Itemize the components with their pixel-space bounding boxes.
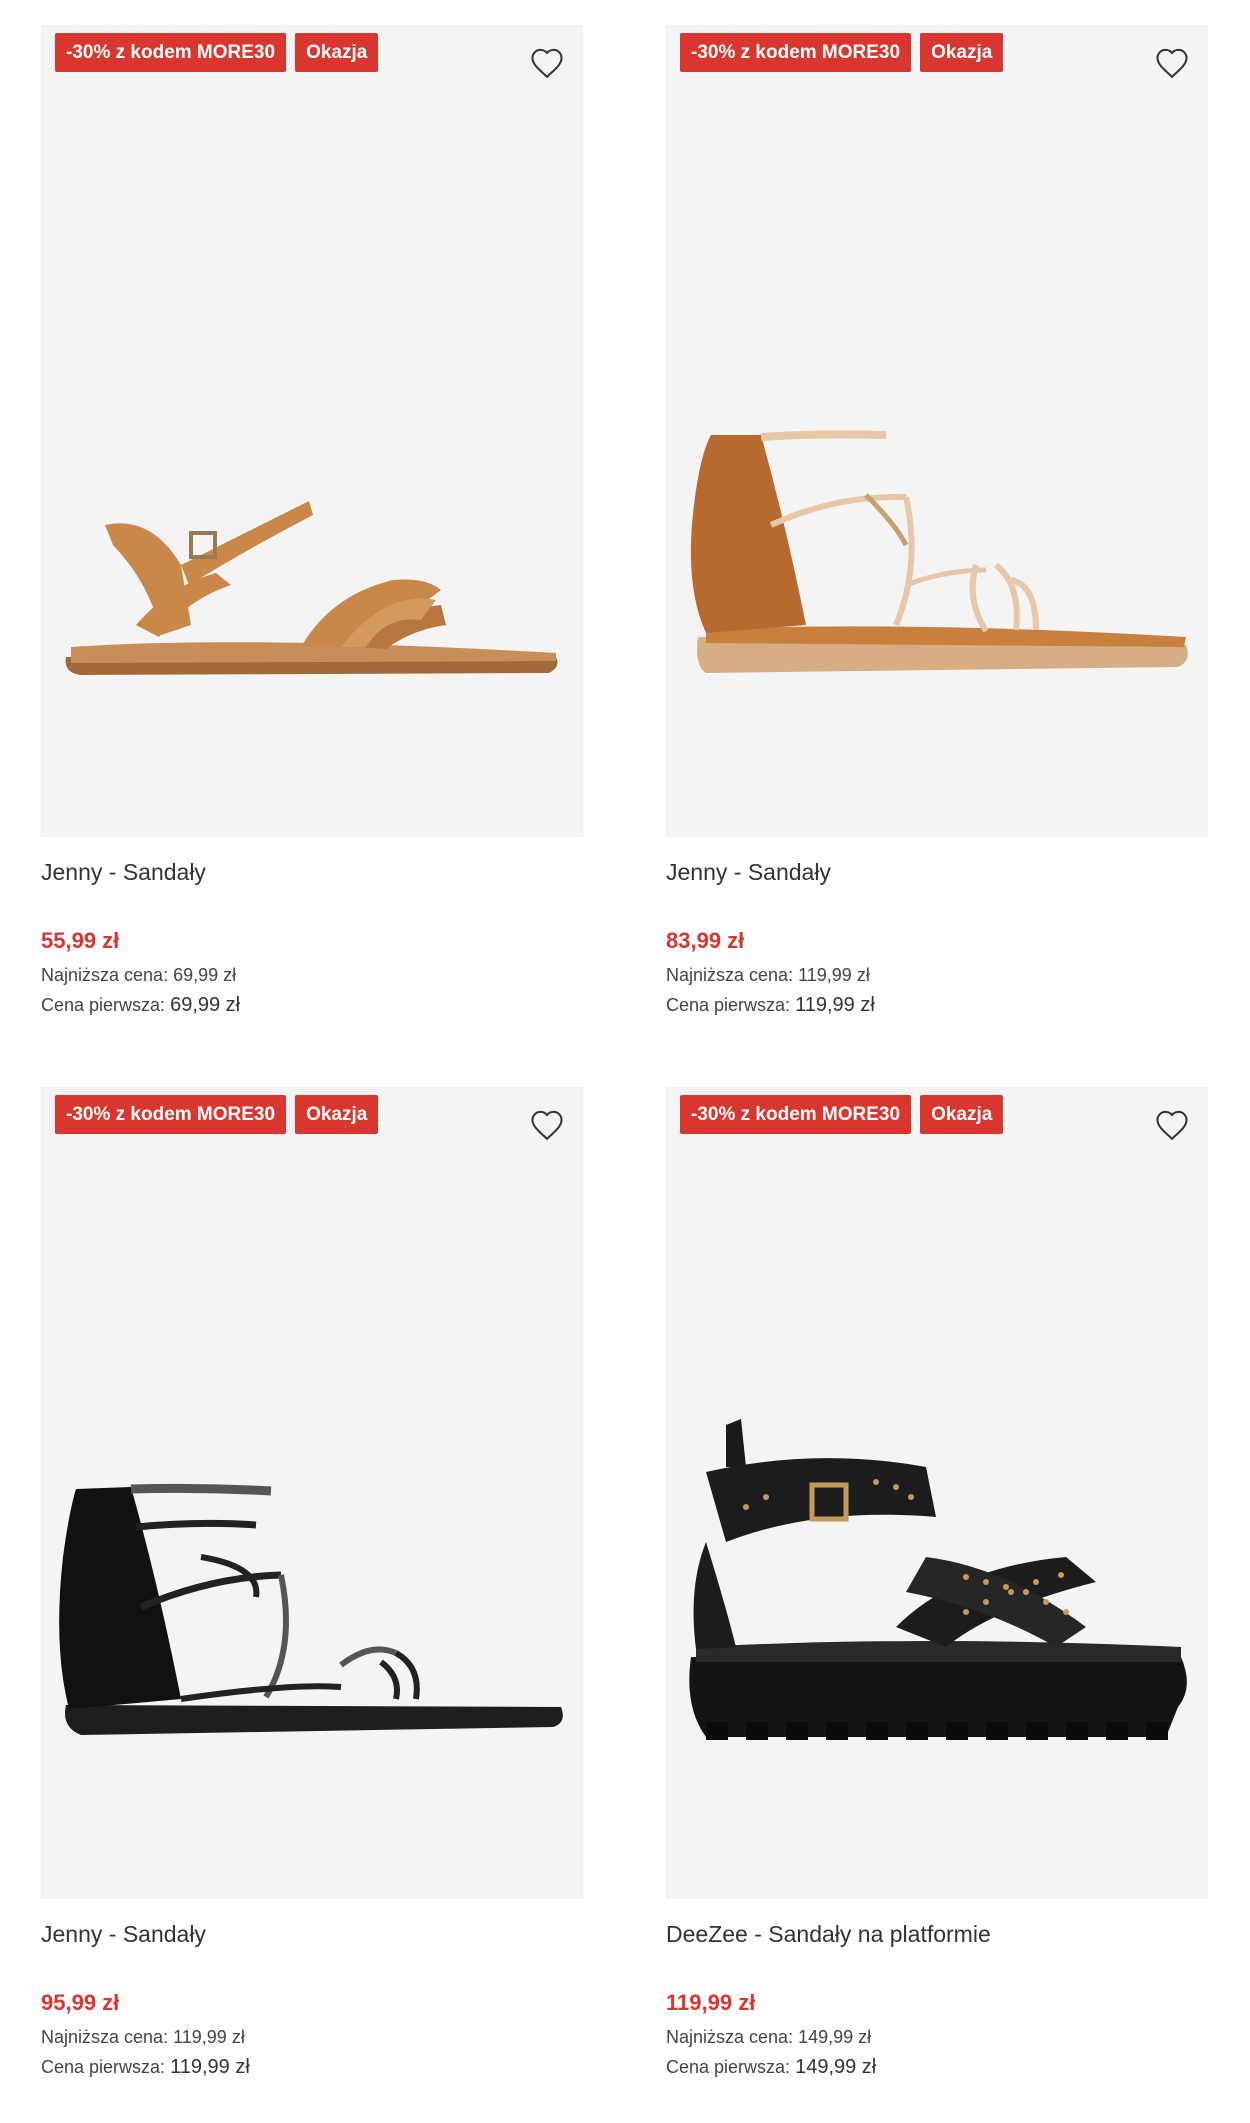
first-price-line: Cena pierwsza: 119,99 zł [666,990,1208,1020]
favorite-button[interactable] [527,43,567,83]
badge-group: -30% z kodem MORE30 Okazja [680,33,1004,72]
heart-outline-icon [531,48,563,79]
heart-outline-icon [1156,48,1188,79]
product-image-container[interactable]: -30% z kodem MORE30 Okazja [41,1087,583,1899]
product-image-container[interactable]: -30% z kodem MORE30 Okazja [666,25,1208,837]
lowest-price-line: Najniższa cena: 119,99 zł [41,2022,583,2052]
product-price: 119,99 zł [666,1990,756,2015]
deal-badge: Okazja [920,1095,1004,1134]
badge-group: -30% z kodem MORE30 Okazja [55,33,379,72]
product-image-black-gladiator-sandal [59,1483,563,1735]
product-card[interactable]: -30% z kodem MORE30 Okazja DeeZee - Sand… [666,1087,1208,2082]
deal-badge: Okazja [295,33,379,72]
heart-outline-icon [531,1110,563,1141]
heart-outline-icon [1156,1110,1188,1141]
lowest-price-line: Najniższa cena: 149,99 zł [666,2022,1208,2052]
first-price-value: 69,99 zł [170,994,241,1016]
lowest-price-value: 149,99 zł [798,2027,872,2047]
product-name[interactable]: DeeZee - Sandały na platformie [666,1919,1208,1949]
promo-code-badge: -30% z kodem MORE30 [55,33,287,72]
product-image-platform-sandal [689,1419,1187,1740]
badge-group: -30% z kodem MORE30 Okazja [680,1095,1004,1134]
deal-badge: Okazja [920,33,1004,72]
product-image-gladiator-sandal [690,430,1188,673]
first-price-value: 119,99 zł [795,994,875,1016]
first-price-label: Cena pierwsza: [666,2057,791,2077]
lowest-price-value: 119,99 zł [798,965,870,985]
promo-code-badge: -30% z kodem MORE30 [55,1095,287,1134]
first-price-line: Cena pierwsza: 149,99 zł [666,2052,1208,2082]
lowest-price-value: 69,99 zł [173,965,237,985]
product-card[interactable]: -30% z kodem MORE30 Okazja Jenny - Sanda… [41,25,583,1020]
favorite-button[interactable] [1152,43,1192,83]
product-image-container[interactable]: -30% z kodem MORE30 Okazja [666,1087,1208,1899]
first-price-label: Cena pierwsza: [41,2057,166,2077]
promo-code-badge: -30% z kodem MORE30 [680,33,912,72]
first-price-value: 149,99 zł [795,2056,877,2078]
product-card[interactable]: -30% z kodem MORE30 Okazja Jenny - Sanda… [41,1087,583,2082]
first-price-label: Cena pierwsza: [666,995,791,1015]
first-price-value: 119,99 zł [170,2056,250,2078]
lowest-price-line: Najniższa cena: 119,99 zł [666,960,1208,990]
product-price: 83,99 zł [666,928,745,953]
product-grid: -30% z kodem MORE30 Okazja Jenny - Sanda… [0,0,1250,2123]
lowest-price-line: Najniższa cena: 69,99 zł [41,960,583,990]
product-image-container[interactable]: -30% z kodem MORE30 Okazja [41,25,583,837]
product-price: 95,99 zł [41,1990,120,2015]
promo-code-badge: -30% z kodem MORE30 [680,1095,912,1134]
badge-group: -30% z kodem MORE30 Okazja [55,1095,379,1134]
first-price-line: Cena pierwsza: 119,99 zł [41,2052,583,2082]
product-image-tan-sandal [65,501,558,675]
lowest-price-value: 119,99 zł [173,2027,245,2047]
favorite-button[interactable] [527,1105,567,1145]
first-price-line: Cena pierwsza: 69,99 zł [41,990,583,1020]
product-price: 55,99 zł [41,928,120,953]
lowest-price-label: Najniższa cena: [666,2027,794,2047]
lowest-price-label: Najniższa cena: [41,965,169,985]
product-name[interactable]: Jenny - Sandały [41,857,583,887]
product-card[interactable]: -30% z kodem MORE30 Okazja Jenny - Sanda… [666,25,1208,1020]
lowest-price-label: Najniższa cena: [666,965,794,985]
favorite-button[interactable] [1152,1105,1192,1145]
first-price-label: Cena pierwsza: [41,995,166,1015]
lowest-price-label: Najniższa cena: [41,2027,169,2047]
product-name[interactable]: Jenny - Sandały [666,857,1208,887]
deal-badge: Okazja [295,1095,379,1134]
product-name[interactable]: Jenny - Sandały [41,1919,583,1949]
